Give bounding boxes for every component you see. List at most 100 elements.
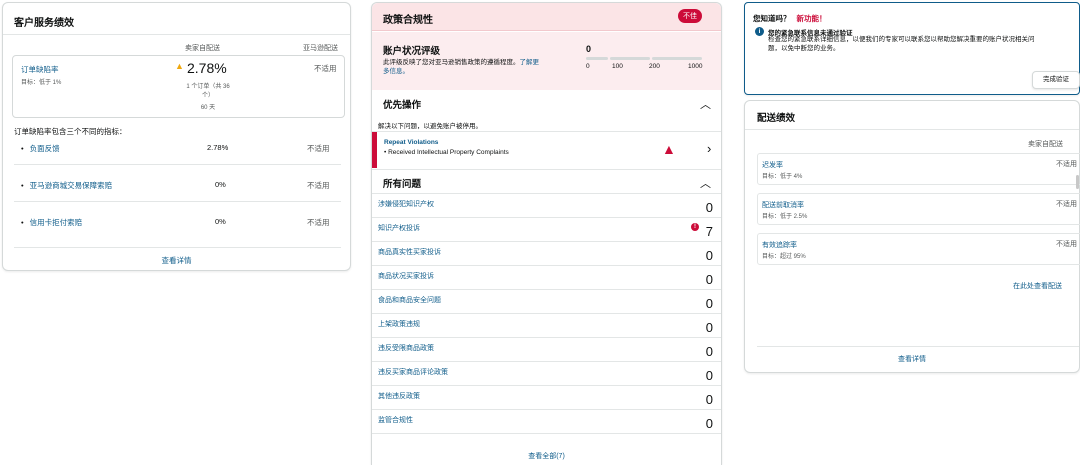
- issue-label[interactable]: 商品状况买家投诉: [378, 271, 434, 281]
- issue-count: 0: [705, 200, 713, 215]
- customer-service-card: 客户服务绩效 卖家自配送 亚马逊配送 订单缺陷率 目标：低于 1% ▲ 2.78…: [2, 2, 351, 271]
- score-bar-segment: [652, 57, 702, 60]
- all-issues-title: 所有问题: [383, 179, 422, 190]
- col-amazon-fulfilled: 亚马逊配送: [303, 45, 338, 52]
- metric-amazon-value: 不适用: [307, 181, 330, 190]
- divider: [3, 34, 350, 35]
- policy-compliance-card: 政策合规性 不佳 账户状况评级 此评级反映了您对亚马逊销售政策的遵循程度。了解更…: [371, 2, 722, 465]
- scale-label: 200: [649, 63, 660, 70]
- defect-rate-orders-cont: 个）: [201, 93, 214, 99]
- col-seller-fulfilled: 卖家自配送: [185, 45, 220, 52]
- account-health-section: 账户状况评级 此评级反映了您对亚马逊销售政策的遵循程度。了解更 多信息。 0 0 …: [372, 32, 721, 90]
- late-shipment-link[interactable]: 迟发率: [762, 160, 783, 170]
- metric-a-to-z-claims: 亚马逊商城交易保障索赔: [21, 180, 113, 191]
- issue-count: 0: [705, 416, 713, 431]
- issue-label[interactable]: 上架政策违规: [378, 319, 420, 329]
- issue-row[interactable]: 上架政策违规 0: [372, 314, 721, 338]
- view-delivery-link[interactable]: 在此处查看配送: [1013, 281, 1062, 291]
- late-shipment-value: 不适用: [1056, 161, 1077, 168]
- account-health-title: 账户状况评级: [383, 46, 441, 57]
- defect-rate-amazon-value: 不适用: [314, 64, 337, 73]
- tip-title-text: 您知道吗？: [753, 14, 791, 23]
- violation-row[interactable]: Repeat Violations • Received Intellectua…: [372, 132, 721, 168]
- chevron-up-icon[interactable]: ︿: [700, 96, 711, 112]
- chevron-up-icon[interactable]: ︿: [700, 175, 711, 191]
- issue-count: 0: [705, 392, 713, 407]
- policy-title: 政策合规性: [383, 15, 433, 26]
- issue-label[interactable]: 涉嫌侵犯知识产权: [378, 199, 434, 209]
- issue-count: 0: [705, 320, 713, 335]
- defect-rate-target: 目标：低于 1%: [21, 80, 62, 86]
- violation-item: • Received Intellectual Property Complai…: [384, 149, 509, 156]
- metric-link[interactable]: 信用卡拒付索赔: [30, 218, 83, 227]
- issue-row[interactable]: 知识产权投诉! 7: [372, 218, 721, 242]
- warning-icon: ▲: [175, 61, 184, 71]
- issue-row[interactable]: 商品真实性买家投诉 0: [372, 242, 721, 266]
- divider: [14, 164, 341, 165]
- issue-row[interactable]: 食品和商品安全问题 0: [372, 290, 721, 314]
- score-bar-segment: [610, 57, 650, 60]
- metric-link[interactable]: 亚马逊商城交易保障索赔: [30, 181, 113, 190]
- defect-rate-value: 2.78%: [187, 60, 227, 76]
- health-desc-text: 此评级反映了您对亚马逊销售政策的遵循程度。: [383, 59, 520, 66]
- scale-label: 1000: [688, 63, 703, 70]
- defect-rate-link[interactable]: 订单缺陷率: [21, 64, 59, 75]
- defect-rate-period: 60 天: [200, 105, 216, 111]
- view-details-link[interactable]: 查看详情: [745, 354, 1079, 364]
- scale-label: 100: [612, 63, 623, 70]
- priority-actions-desc: 解决以下问题，以避免账户被停用。: [378, 123, 482, 130]
- late-shipment-target: 目标：低于 4%: [762, 174, 803, 180]
- learn-more-link-cont[interactable]: 多信息。: [383, 68, 409, 75]
- cancel-rate-value: 不适用: [1056, 201, 1077, 208]
- cancel-rate-link[interactable]: 配送前取消率: [762, 200, 804, 210]
- tip-body-text: 检查您的紧急联系详细信息，以便我们的专家可以联系您以帮助您解决重要的账户状况相关…: [768, 36, 1035, 43]
- issue-count: 0: [705, 368, 713, 383]
- tip-title: 您知道吗？ 新功能！: [753, 13, 827, 24]
- status-badge: 不佳: [678, 9, 702, 23]
- delivery-performance-card: 配送绩效 卖家自配送 迟发率 目标：低于 4% 不适用 配送前取消率 目标：低于…: [744, 100, 1080, 373]
- issue-row[interactable]: 其他违反政策 0: [372, 386, 721, 410]
- learn-more-link[interactable]: 了解更: [520, 59, 540, 66]
- metric-chargeback-claims: 信用卡拒付索赔: [21, 217, 83, 228]
- issue-label[interactable]: 违反买家商品评论政策: [378, 367, 448, 377]
- tip-body-text-cont: 题，以免中断您的业务。: [768, 44, 840, 52]
- defect-rate-orders: 1 个订单（共 36: [186, 84, 230, 90]
- issue-row[interactable]: 违反受限商品政策 0: [372, 338, 721, 362]
- issue-row[interactable]: 违反买家商品评论政策 0: [372, 362, 721, 386]
- issue-count: 0: [705, 248, 713, 263]
- metric-value: 2.78%: [207, 143, 229, 152]
- metric-link[interactable]: 负面反馈: [30, 144, 60, 153]
- issue-count: 0: [705, 296, 713, 311]
- cancel-rate-box: 配送前取消率 目标：低于 2.5% 不适用: [757, 193, 1080, 225]
- issue-row[interactable]: 监管合规性 0: [372, 410, 721, 434]
- alert-triangle-icon: ▲: [662, 141, 676, 157]
- metric-amazon-value: 不适用: [307, 144, 330, 153]
- issue-label[interactable]: 其他违反政策: [378, 391, 420, 401]
- divider: [745, 129, 1079, 130]
- issue-label[interactable]: 知识产权投诉: [378, 223, 420, 233]
- issue-label[interactable]: 商品真实性买家投诉: [378, 247, 441, 257]
- chevron-right-icon: ›: [707, 141, 712, 156]
- view-all-link[interactable]: 查看全部(7): [372, 451, 721, 461]
- issue-count: 7: [705, 224, 713, 239]
- issue-label[interactable]: 违反受限商品政策: [378, 343, 434, 353]
- issue-row[interactable]: 涉嫌侵犯知识产权 0: [372, 194, 721, 218]
- account-health-desc: 此评级反映了您对亚马逊销售政策的遵循程度。了解更多信息。: [383, 58, 573, 76]
- complete-verification-button[interactable]: 完成验证: [1032, 71, 1080, 89]
- late-shipment-box: 迟发率 目标：低于 4% 不适用: [757, 153, 1080, 185]
- did-you-know-card: 您知道吗？ 新功能！ i 您的紧急联系信息未通过验证 检查您的紧急联系详细信息，以…: [744, 2, 1080, 95]
- issue-row[interactable]: 商品状况买家投诉 0: [372, 266, 721, 290]
- alert-circle-icon: !: [691, 223, 699, 231]
- valid-tracking-link[interactable]: 有效追踪率: [762, 240, 797, 250]
- tip-body: 检查您的紧急联系详细信息，以便我们的专家可以联系您以帮助您解决重要的账户状况相关…: [768, 36, 1073, 53]
- cancel-rate-target: 目标：低于 2.5%: [762, 214, 808, 220]
- col-seller-fulfilled: 卖家自配送: [1028, 141, 1063, 148]
- health-score: 0: [586, 44, 592, 54]
- violation-title: Repeat Violations: [384, 139, 439, 146]
- issue-label[interactable]: 食品和商品安全问题: [378, 295, 441, 305]
- divider: [14, 247, 341, 248]
- view-details-link[interactable]: 查看详情: [3, 255, 350, 266]
- defect-subtitle: 订单缺陷率包含三个不同的指标：: [14, 127, 127, 136]
- issue-label[interactable]: 监管合规性: [378, 415, 413, 425]
- scrollbar-thumb[interactable]: [1076, 175, 1079, 189]
